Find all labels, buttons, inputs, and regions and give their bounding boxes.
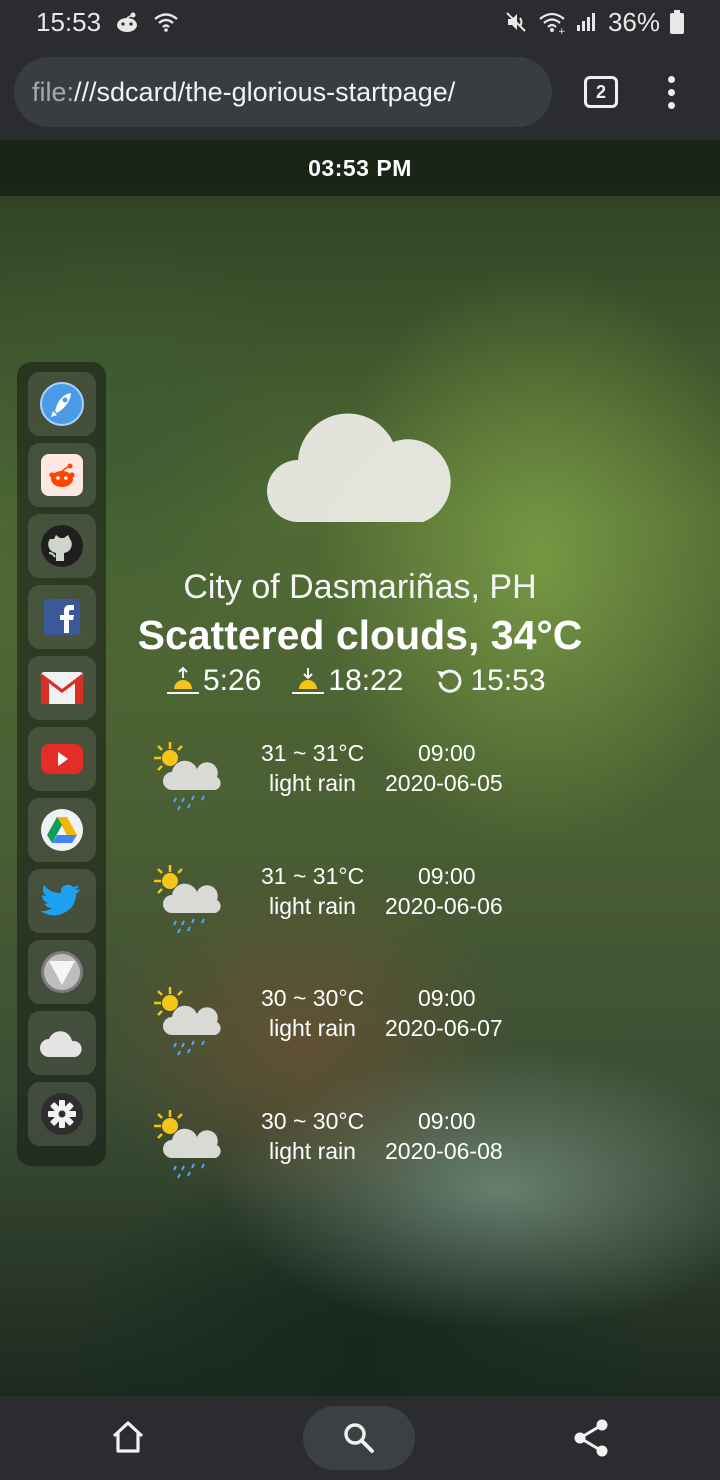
sunrise-time: 5:26 [203, 664, 262, 697]
rain-partly-sunny-icon [154, 987, 221, 1056]
sunset-icon [292, 668, 325, 694]
status-time: 15:53 [36, 6, 102, 37]
dock-item-settings[interactable] [27, 1082, 96, 1146]
forecast-desc: light rain [269, 1015, 356, 1041]
forecast-time: 09:00 [418, 1108, 476, 1134]
forecast-date: 2020-06-05 [385, 770, 503, 796]
forecast-temp: 30 ~ 30°C [261, 1108, 365, 1134]
gmail-icon [39, 672, 84, 704]
forecast-item: 31 ~ 31°C 09:00 light rain 2020-06-05 [150, 740, 570, 830]
search-icon [344, 1423, 374, 1453]
forecast-temp: 31 ~ 31°C [261, 863, 365, 889]
dock-item-youtube[interactable] [27, 727, 96, 791]
forecast-date: 2020-06-07 [385, 1015, 503, 1041]
rain-partly-sunny-icon [154, 742, 221, 811]
forecast-item: 31 ~ 31°C 09:00 light rain 2020-06-06 [150, 863, 570, 953]
youtube-icon [40, 744, 83, 774]
reddit-icon [40, 454, 83, 496]
mute-icon [504, 10, 528, 34]
forecast-temp: 30 ~ 30°C [261, 985, 365, 1011]
weather-condition: Scattered clouds, 34°C [137, 612, 583, 658]
browser-toolbar: file:///sdcard/the-glorious-startpage/ 2 [0, 44, 720, 140]
forecast-desc: light rain [269, 893, 356, 919]
startpage: 03:53 PM City of Dasmariñas, PH Scattere… [0, 140, 720, 1396]
gear-icon [40, 1093, 83, 1135]
home-icon[interactable] [110, 1420, 146, 1454]
forecast-item: 30 ~ 30°C 09:00 light rain 2020-06-07 [150, 985, 570, 1075]
url-path: ///sdcard/the-glorious-startpage/ [74, 76, 456, 107]
dock-item-twitter[interactable] [27, 869, 96, 933]
refresh-icon [437, 669, 462, 693]
twitter-icon [39, 884, 80, 916]
weather-city: City of Dasmariñas, PH [183, 568, 537, 606]
svg-text:+: + [558, 27, 566, 34]
rain-partly-sunny-icon [154, 865, 221, 934]
sunset-time: 18:22 [328, 664, 404, 697]
v-icon [40, 951, 83, 993]
drive-icon [40, 809, 83, 851]
rocket-icon [39, 382, 84, 426]
dock-item-weather[interactable] [27, 1011, 96, 1075]
forecast-item: 30 ~ 30°C 09:00 light rain 2020-06-08 [150, 1108, 570, 1198]
bottom-nav [0, 1396, 720, 1480]
forecast-time: 09:00 [418, 985, 476, 1011]
weather-cloud-icon [267, 413, 451, 522]
forecast-desc: light rain [269, 770, 356, 796]
dock-item-reddit[interactable] [27, 443, 96, 507]
status-bar: 15:53 + 36% [0, 0, 720, 44]
reddit-notification-icon [115, 11, 139, 33]
page-clock: 03:53 PM [0, 140, 720, 196]
updated-time: 15:53 [470, 664, 546, 697]
battery-icon [670, 10, 684, 34]
forecast-time: 09:00 [418, 740, 476, 766]
cloud-icon [39, 1031, 82, 1057]
share-icon[interactable] [572, 1418, 610, 1458]
forecast-date: 2020-06-06 [385, 893, 503, 919]
dock-item-gmail[interactable] [27, 656, 96, 720]
search-button[interactable] [303, 1406, 415, 1470]
sun-times: 5:26 18:22 15:53 [166, 664, 546, 698]
dock-item-firefox[interactable] [27, 372, 96, 436]
overflow-menu-icon[interactable] [668, 75, 675, 109]
github-icon [40, 525, 83, 567]
dock-item-vim[interactable] [27, 940, 96, 1004]
forecast-date: 2020-06-08 [385, 1138, 503, 1164]
forecast-desc: light rain [269, 1138, 356, 1164]
cell-signal-icon [576, 11, 598, 33]
forecast-time: 09:00 [418, 863, 476, 889]
wifi-icon [153, 11, 179, 33]
tab-switcher-button[interactable]: 2 [584, 76, 618, 108]
wifi-signal-icon: + [538, 10, 566, 34]
app-dock [17, 362, 106, 1166]
url-scheme: file: [32, 76, 75, 107]
rain-partly-sunny-icon [154, 1110, 221, 1179]
forecast-temp: 31 ~ 31°C [261, 740, 365, 766]
url-field[interactable]: file:///sdcard/the-glorious-startpage/ [14, 57, 552, 127]
dock-item-google-drive[interactable] [27, 798, 96, 862]
sunrise-icon [167, 666, 199, 694]
battery-percent: 36% [607, 6, 660, 37]
